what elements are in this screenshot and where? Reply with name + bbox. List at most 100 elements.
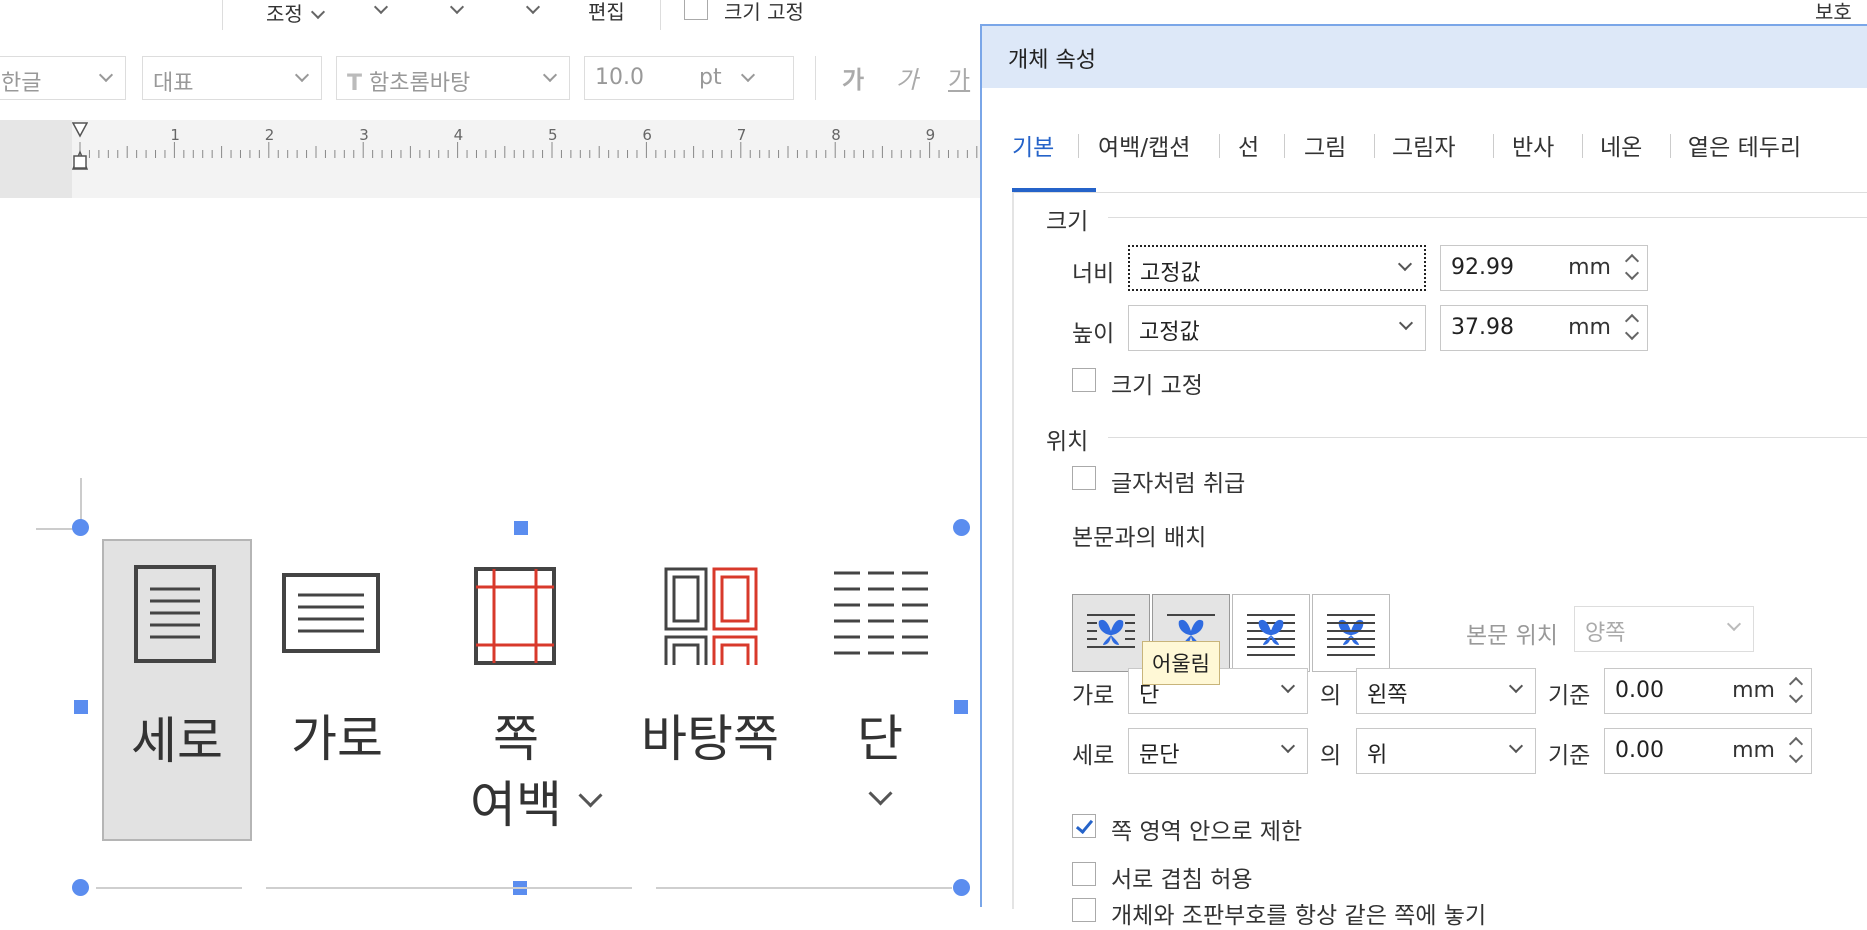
columns-label: 단 [857, 710, 903, 768]
tab-soft-edge[interactable]: 옅은 테두리 [1688, 128, 1801, 162]
section-divider [1108, 437, 1867, 438]
height-spinner[interactable] [1617, 306, 1647, 350]
selection-handle[interactable] [72, 519, 89, 536]
height-unit: mm [1568, 315, 1611, 340]
horizontal-ruler[interactable]: 1 2 3 4 5 6 7 8 9 [0, 120, 980, 199]
crop-mark [80, 478, 82, 520]
height-mode-select[interactable]: 고정값 [1128, 305, 1426, 351]
horizontal-offset-input[interactable]: 0.00 mm [1604, 668, 1812, 714]
height-value: 37.98 [1451, 315, 1514, 340]
chevron-down-icon[interactable] [578, 783, 603, 808]
ruler-number: 8 [831, 126, 841, 144]
lock-size-checkbox[interactable] [1072, 368, 1096, 392]
horizontal-orientation-button[interactable]: 가로 [272, 539, 402, 841]
width-value: 92.99 [1451, 255, 1514, 280]
spin-down-icon[interactable] [1624, 265, 1640, 281]
columns-button[interactable]: 단 [820, 539, 940, 841]
wrap-behind-button[interactable] [1232, 594, 1310, 672]
spin-down-icon[interactable] [1788, 748, 1804, 764]
divider [96, 887, 242, 889]
tab-margin-caption[interactable]: 여백/캡션 [1098, 128, 1190, 162]
vertical-page-icon [134, 565, 216, 663]
horizontal-page-icon [282, 573, 380, 653]
tab-separator [1670, 134, 1671, 158]
tab-shadow[interactable]: 그림자 [1392, 128, 1455, 162]
vertical-orientation-button[interactable]: 세로 [102, 539, 252, 841]
width-mode-value: 고정값 [1140, 261, 1201, 286]
treat-as-char-checkbox[interactable] [1072, 466, 1096, 490]
document-canvas[interactable]: 세로 가로 쪽 여백 바탕쪽 단 [0, 198, 980, 907]
edit-button[interactable]: 편집 [588, 0, 625, 25]
font-type-icon: T [347, 71, 363, 96]
language-select[interactable]: 한글 [0, 56, 126, 100]
ruler-number: 1 [170, 126, 180, 144]
horizontal-offset-value: 0.00 [1615, 678, 1664, 703]
adjust-menu[interactable]: 조정 [266, 0, 326, 27]
font-select[interactable]: T 함초롬바탕 [336, 56, 570, 100]
selection-handle[interactable] [954, 700, 968, 714]
height-mode-value: 고정값 [1139, 320, 1200, 345]
wrap-square-button[interactable] [1072, 594, 1150, 672]
chevron-down-icon[interactable] [868, 781, 893, 806]
allow-overlap-label: 서로 겹침 허용 [1111, 867, 1253, 893]
keep-same-page-checkbox[interactable] [1072, 898, 1096, 922]
selection-handle[interactable] [72, 879, 89, 896]
underline-button[interactable]: 가 [948, 60, 970, 95]
tab-reflection[interactable]: 반사 [1512, 128, 1554, 162]
spin-down-icon[interactable] [1624, 325, 1640, 341]
vertical-align-select[interactable]: 위 [1356, 728, 1536, 774]
wrap-behind-icon [1247, 614, 1295, 656]
selection-handle[interactable] [514, 521, 528, 535]
font-size-input[interactable]: 10.0 pt [584, 56, 794, 100]
chevron-down-icon [1508, 678, 1524, 694]
tab-glow[interactable]: 네온 [1600, 128, 1642, 162]
chevron-down-icon[interactable] [449, 0, 465, 15]
bold-button[interactable]: 가 [842, 60, 864, 95]
wrap-front-button[interactable] [1312, 594, 1390, 672]
tab-picture[interactable]: 그림 [1304, 128, 1346, 162]
lock-size-toolbar-checkbox[interactable] [684, 0, 708, 20]
limit-in-page-checkbox[interactable] [1072, 814, 1096, 838]
tab-line[interactable]: 선 [1238, 128, 1259, 162]
font-size-unit: pt [699, 65, 722, 90]
vertical-offset-input[interactable]: 0.00 mm [1604, 728, 1812, 774]
page-margin-button[interactable]: 쪽 여백 [450, 539, 620, 841]
vertical-offset-spinner[interactable] [1781, 729, 1811, 773]
basis-label: 기준 [1548, 683, 1591, 709]
width-label: 너비 [1072, 261, 1115, 287]
width-spinner[interactable] [1617, 246, 1647, 290]
dialog-tabs: 기본 여백/캡션 선 그림 그림자 반사 네온 옅은 테두리 [1012, 88, 1867, 193]
height-input[interactable]: 37.98 mm [1440, 305, 1648, 351]
ruler-number: 4 [454, 126, 464, 144]
selection-handle[interactable] [74, 700, 88, 714]
divider [266, 887, 632, 889]
horizontal-align-select[interactable]: 왼쪽 [1356, 668, 1536, 714]
horizontal-align-value: 왼쪽 [1367, 683, 1408, 708]
style-select[interactable]: 대표 [142, 56, 322, 100]
allow-overlap-checkbox[interactable] [1072, 862, 1096, 886]
page-margin-label-2: 여백 [470, 776, 562, 834]
indent-marker-icon[interactable] [71, 122, 89, 170]
width-mode-select[interactable]: 고정값 [1128, 245, 1426, 291]
width-input[interactable]: 92.99 mm [1440, 245, 1648, 291]
chevron-down-icon[interactable] [525, 0, 541, 15]
vertical-ref-select[interactable]: 문단 [1128, 728, 1308, 774]
horizontal-offset-spinner[interactable] [1781, 669, 1811, 713]
selection-handle[interactable] [953, 519, 970, 536]
chevron-down-icon [1280, 738, 1296, 754]
position-section-title: 위치 [1046, 429, 1089, 455]
selection-handle[interactable] [953, 879, 970, 896]
vertical-label: 세로 [131, 712, 223, 770]
master-page-button[interactable]: 바탕쪽 [640, 539, 790, 841]
text-position-select[interactable]: 양쪽 [1574, 606, 1754, 652]
tab-basic[interactable]: 기본 [1012, 128, 1054, 162]
spin-down-icon[interactable] [1788, 688, 1804, 704]
wrap-tooltip: 어울림 [1142, 641, 1220, 685]
tab-separator [1284, 134, 1285, 158]
protect-button[interactable]: 보호 [1815, 0, 1852, 25]
chevron-down-icon[interactable] [373, 0, 389, 15]
separator [660, 0, 661, 30]
chevron-down-icon [294, 67, 310, 83]
tab-separator [1374, 134, 1375, 158]
italic-button[interactable]: 가 [896, 60, 918, 95]
